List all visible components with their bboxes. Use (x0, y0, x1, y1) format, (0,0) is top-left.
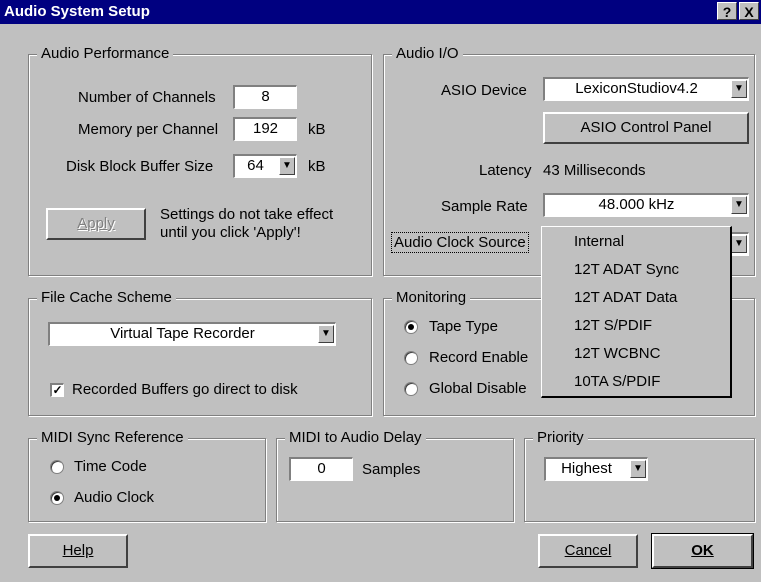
monitoring-legend: Monitoring (392, 289, 471, 306)
chevron-down-icon[interactable]: ▼ (731, 235, 747, 253)
memory-label: Memory per Channel (78, 121, 219, 138)
ok-button[interactable]: OK (651, 533, 754, 569)
monitoring-global-disable-radio[interactable] (404, 382, 418, 396)
latency-value: 43 Milliseconds (543, 162, 646, 179)
audio-clock-source-label: Audio Clock Source (391, 232, 529, 253)
asio-device-select[interactable]: LexiconStudiov4.2 ▼ (543, 77, 749, 101)
midi-sync-legend: MIDI Sync Reference (37, 429, 188, 446)
sample-rate-select[interactable]: 48.000 kHz ▼ (543, 193, 749, 217)
window-title: Audio System Setup (4, 3, 150, 20)
buffer-label: Disk Block Buffer Size (66, 158, 214, 175)
asio-device-label: ASIO Device (441, 82, 527, 99)
help-button[interactable]: Help (28, 534, 128, 568)
close-button[interactable]: X (739, 2, 759, 20)
asio-control-panel-button[interactable]: ASIO Control Panel (543, 112, 749, 144)
midi-sync-group: MIDI Sync Reference (28, 429, 266, 522)
apply-button[interactable]: Apply (46, 208, 146, 240)
sample-rate-value: 48.000 kHz (598, 196, 675, 213)
clock-source-dropdown: Internal 12T ADAT Sync 12T ADAT Data 12T… (541, 226, 732, 398)
clock-option-internal[interactable]: Internal (574, 233, 624, 250)
apply-note-line1: Settings do not take effect (160, 206, 334, 223)
clock-option-wcbnc[interactable]: 12T WCBNC (574, 345, 660, 362)
audio-io-legend: Audio I/O (392, 45, 463, 62)
latency-label: Latency (479, 162, 532, 179)
monitoring-record-enable-label: Record Enable (429, 349, 529, 366)
cache-scheme-select[interactable]: Virtual Tape Recorder ▼ (48, 322, 336, 346)
midi-sync-time-code-radio[interactable] (50, 460, 64, 474)
chevron-down-icon[interactable]: ▼ (630, 460, 646, 478)
midi-sync-time-code-label: Time Code (74, 458, 147, 475)
file-cache-legend: File Cache Scheme (37, 289, 176, 306)
help-title-button[interactable]: ? (717, 2, 737, 20)
priority-value: Highest (561, 460, 612, 477)
apply-note-line2: until you click 'Apply'! (160, 224, 301, 241)
midi-delay-legend: MIDI to Audio Delay (285, 429, 426, 446)
asio-device-value: LexiconStudiov4.2 (575, 80, 698, 97)
clock-option-10ta-spdif[interactable]: 10TA S/PDIF (574, 373, 660, 390)
chevron-down-icon[interactable]: ▼ (731, 196, 747, 214)
file-cache-group: File Cache Scheme (28, 289, 372, 416)
monitoring-global-disable-label: Global Disable (429, 380, 527, 397)
monitoring-tape-type-label: Tape Type (429, 318, 498, 335)
monitoring-tape-type-radio[interactable] (404, 320, 418, 334)
priority-legend: Priority (533, 429, 588, 446)
clock-option-adat-sync[interactable]: 12T ADAT Sync (574, 261, 679, 278)
monitoring-record-enable-radio[interactable] (404, 351, 418, 365)
audio-performance-legend: Audio Performance (37, 45, 174, 62)
cache-scheme-value: Virtual Tape Recorder (110, 325, 255, 342)
channels-label: Number of Channels (78, 89, 216, 106)
buffer-value: 64 (247, 157, 264, 174)
direct-to-disk-label: Recorded Buffers go direct to disk (72, 381, 298, 398)
buffer-unit: kB (308, 158, 326, 175)
chevron-down-icon[interactable]: ▼ (279, 157, 295, 175)
channels-input[interactable]: 8 (233, 85, 297, 109)
midi-delay-input[interactable]: 0 (289, 457, 353, 481)
cancel-button[interactable]: Cancel (538, 534, 638, 568)
memory-input[interactable]: 192 (233, 117, 297, 141)
midi-sync-audio-clock-radio[interactable] (50, 491, 64, 505)
sample-rate-label: Sample Rate (441, 198, 528, 215)
memory-unit: kB (308, 121, 326, 138)
buffer-select[interactable]: 64 ▼ (233, 154, 297, 178)
clock-option-adat-data[interactable]: 12T ADAT Data (574, 289, 677, 306)
midi-sync-audio-clock-label: Audio Clock (74, 489, 155, 506)
chevron-down-icon[interactable]: ▼ (318, 325, 334, 343)
midi-delay-unit: Samples (362, 461, 421, 478)
chevron-down-icon[interactable]: ▼ (731, 80, 747, 98)
priority-select[interactable]: Highest ▼ (544, 457, 648, 481)
clock-option-spdif[interactable]: 12T S/PDIF (574, 317, 652, 334)
direct-to-disk-checkbox[interactable]: ✓ (50, 383, 64, 397)
title-bar: Audio System Setup ? X (0, 0, 761, 24)
